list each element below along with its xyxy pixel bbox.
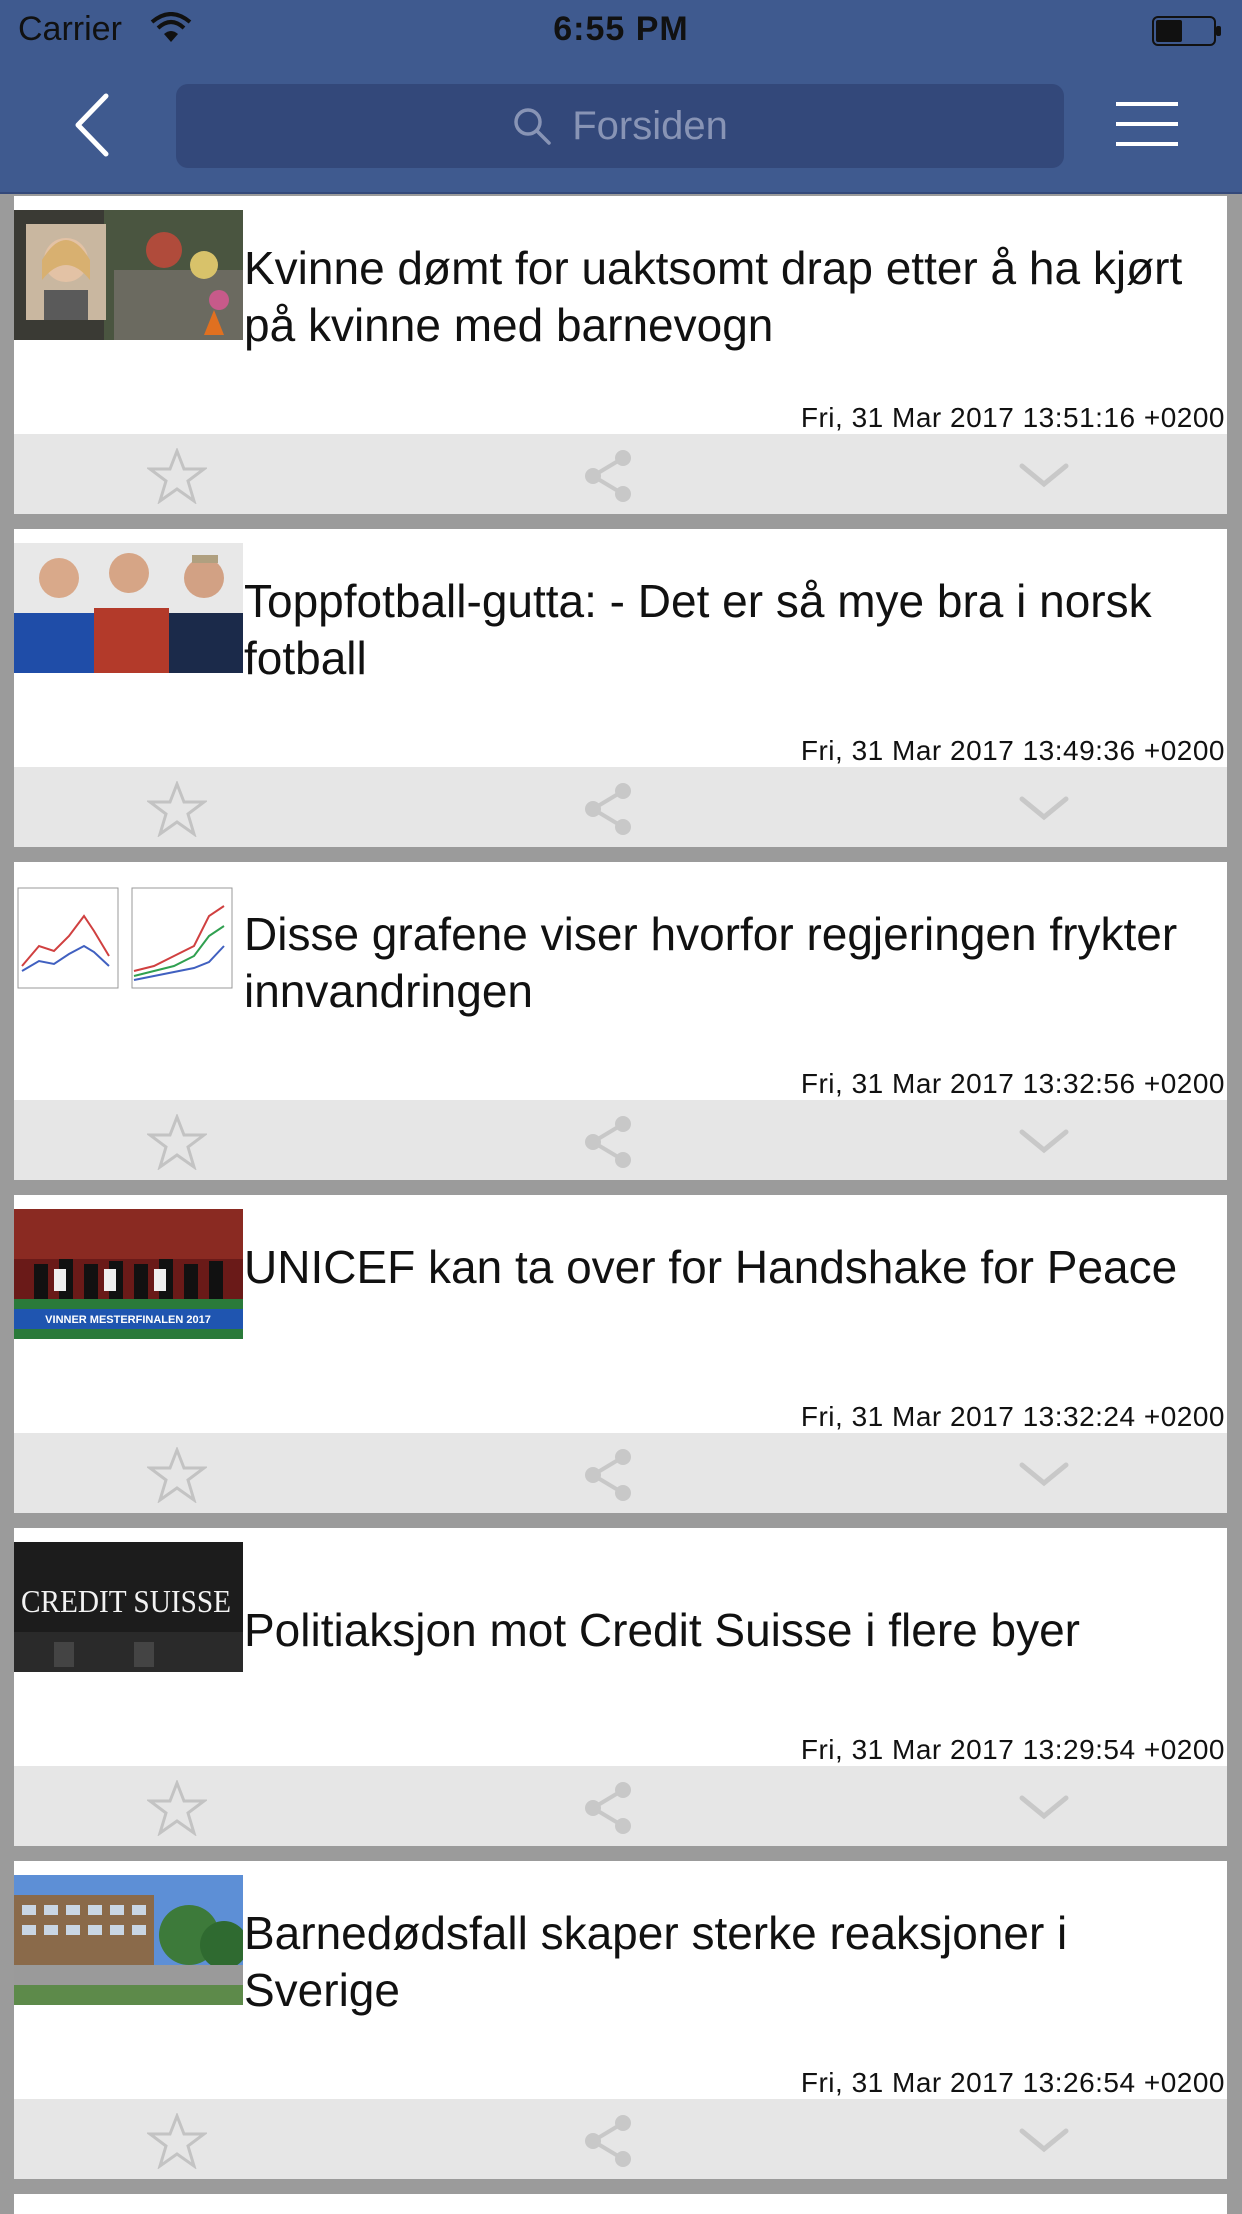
article-card[interactable]: Barnedødsfall skaper sterke reaksjoner i…: [14, 1861, 1227, 2179]
share-icon[interactable]: [579, 1114, 639, 1170]
article-action-bar: [14, 1100, 1227, 1180]
thumbnail-image: VINNER MESTERFINALEN 2017: [14, 1209, 243, 1339]
article-thumbnail: [14, 543, 243, 673]
chevron-down-icon[interactable]: [1014, 781, 1074, 837]
article-action-bar: [14, 1433, 1227, 1513]
star-icon[interactable]: [147, 1114, 207, 1170]
star-icon[interactable]: [147, 781, 207, 837]
thumbnail-image: CREDIT SUISSE: [14, 1542, 243, 1672]
article-thumbnail: [14, 876, 243, 1006]
article-card[interactable]: CREDIT SUISSE Politiaksjon mot Credit Su…: [14, 1528, 1227, 1846]
article-title[interactable]: Politiaksjon mot Credit Suisse i flere b…: [244, 1602, 1204, 1659]
chevron-down-icon[interactable]: [1014, 1447, 1074, 1503]
share-icon[interactable]: [579, 448, 639, 504]
article-card-partial[interactable]: [14, 2194, 1227, 2214]
article-card[interactable]: Kvinne dømt for uaktsomt drap etter å ha…: [14, 196, 1227, 514]
star-icon[interactable]: [147, 2113, 207, 2169]
article-card[interactable]: VINNER MESTERFINALEN 2017 UNICEF kan ta …: [14, 1195, 1227, 1513]
chevron-down-icon[interactable]: [1014, 1780, 1074, 1836]
article-date: Fri, 31 Mar 2017 13:29:54 +0200: [800, 1734, 1225, 1765]
thumbnail-image: [14, 1875, 243, 2005]
battery-icon: [1152, 16, 1221, 46]
article-date: Fri, 31 Mar 2017 13:49:36 +0200: [800, 735, 1225, 766]
article-card[interactable]: Toppfotball-gutta: - Det er så mye bra i…: [14, 529, 1227, 847]
article-thumbnail: CREDIT SUISSE: [14, 1542, 243, 1672]
article-date: Fri, 31 Mar 2017 13:32:24 +0200: [800, 1401, 1225, 1432]
search-icon: [514, 108, 551, 145]
banner-text: VINNER MESTERFINALEN 2017: [45, 1314, 211, 1326]
thumbnail-image: [14, 543, 243, 673]
article-action-bar: [14, 1766, 1227, 1846]
article-title[interactable]: Kvinne dømt for uaktsomt drap etter å ha…: [244, 240, 1204, 354]
thumbnail-image: [14, 876, 243, 1006]
hamburger-menu-icon[interactable]: [1114, 100, 1180, 148]
search-field[interactable]: Forsiden: [176, 84, 1064, 168]
credit-suisse-sign: CREDIT SUISSE: [21, 1583, 231, 1619]
article-action-bar: [14, 2099, 1227, 2179]
chevron-down-icon[interactable]: [1014, 2113, 1074, 2169]
article-title[interactable]: UNICEF kan ta over for Handshake for Pea…: [244, 1239, 1204, 1296]
chevron-down-icon[interactable]: [1014, 448, 1074, 504]
article-thumbnail: VINNER MESTERFINALEN 2017: [14, 1209, 243, 1339]
share-icon[interactable]: [579, 2113, 639, 2169]
share-icon[interactable]: [579, 1447, 639, 1503]
star-icon[interactable]: [147, 1780, 207, 1836]
article-action-bar: [14, 767, 1227, 847]
search-placeholder: Forsiden: [572, 103, 728, 148]
share-icon[interactable]: [579, 1780, 639, 1836]
article-thumbnail: [14, 1875, 243, 2005]
article-date: Fri, 31 Mar 2017 13:51:16 +0200: [800, 402, 1225, 433]
back-chevron-icon[interactable]: [60, 90, 120, 160]
share-icon[interactable]: [579, 781, 639, 837]
status-bar: Carrier 6:55 PM: [0, 0, 1242, 62]
star-icon[interactable]: [147, 448, 207, 504]
chevron-down-icon[interactable]: [1014, 1114, 1074, 1170]
star-icon[interactable]: [147, 1447, 207, 1503]
article-date: Fri, 31 Mar 2017 13:32:56 +0200: [800, 1068, 1225, 1099]
article-title[interactable]: Barnedødsfall skaper sterke reaksjoner i…: [244, 1905, 1204, 2019]
article-card[interactable]: Disse grafene viser hvorfor regjeringen …: [14, 862, 1227, 1180]
article-date: Fri, 31 Mar 2017 13:26:54 +0200: [800, 2067, 1225, 2098]
article-action-bar: [14, 434, 1227, 514]
article-title[interactable]: Disse grafene viser hvorfor regjeringen …: [244, 906, 1204, 1020]
article-title[interactable]: Toppfotball-gutta: - Det er så mye bra i…: [244, 573, 1204, 687]
status-time: 6:55 PM: [553, 10, 689, 48]
thumbnail-image: [14, 210, 243, 340]
top-bar: Carrier 6:55 PM Forsiden: [0, 0, 1242, 194]
article-thumbnail: [14, 210, 243, 340]
